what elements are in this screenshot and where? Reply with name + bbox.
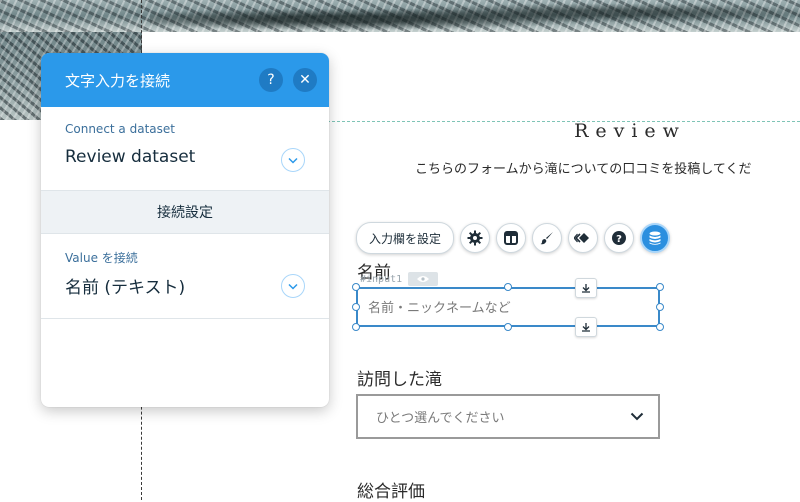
component-toolbar: 入力欄を設定 ? [356, 222, 676, 254]
value-section[interactable]: Value を接続 名前 (テキスト) [41, 234, 329, 319]
resize-handle-top-left[interactable] [352, 283, 360, 291]
panel-title: 文字入力を接続 [65, 71, 171, 90]
waterfall-select-value: ひとつ選んでください [376, 411, 505, 426]
dataset-label: Connect a dataset [65, 122, 175, 136]
animation-icon [574, 233, 590, 243]
help-icon: ? [612, 231, 627, 245]
chevron-down-icon [288, 283, 298, 290]
value-label: Value を接続 [65, 251, 138, 265]
connect-data-button[interactable] [640, 223, 671, 253]
waterfall-label: 訪問した滝 [357, 370, 442, 390]
component-id: #input1 [360, 273, 403, 285]
resize-handle-top-right[interactable] [656, 283, 664, 291]
rating-label: 総合評価 [357, 482, 425, 502]
brush-icon [540, 232, 554, 245]
help-button[interactable]: ? [604, 223, 635, 253]
connection-settings-button[interactable]: 接続設定 [41, 191, 329, 234]
stretch-bottom-button[interactable] [575, 317, 597, 337]
database-icon [649, 231, 661, 245]
name-input[interactable] [366, 296, 654, 320]
resize-handle-bottom-left[interactable] [352, 323, 360, 331]
resize-handle-left[interactable] [352, 303, 360, 311]
component-id-tag: #input1 [360, 271, 439, 287]
panel-header: 文字入力を接続 ? ✕ [41, 53, 329, 107]
design-button[interactable] [532, 223, 563, 253]
resize-handle-bottom-right[interactable] [656, 323, 664, 331]
stretch-top-button[interactable] [575, 278, 597, 298]
intro-text: こちらのフォームから滝についての口コミを投稿してくだ [415, 162, 752, 177]
waterfall-select[interactable]: ひとつ選んでください [356, 394, 660, 439]
resize-handle-right[interactable] [656, 303, 664, 311]
chevron-down-icon [288, 157, 298, 164]
value-selected: 名前 (テキスト) [65, 278, 186, 298]
settings-button[interactable] [460, 223, 491, 253]
name-input-container[interactable] [356, 287, 660, 327]
close-icon[interactable]: ✕ [293, 68, 317, 92]
dataset-dropdown-button[interactable] [281, 148, 305, 172]
dataset-section[interactable]: Connect a dataset Review dataset [41, 107, 329, 191]
svg-text:?: ? [616, 234, 622, 245]
resize-handle-top[interactable] [504, 283, 512, 291]
connect-text-input-panel: 文字入力を接続 ? ✕ Connect a dataset Review dat… [41, 53, 329, 407]
animation-button[interactable] [568, 223, 599, 253]
review-title: Review [574, 120, 686, 142]
arrow-down-icon [582, 323, 590, 332]
dataset-value: Review dataset [65, 147, 196, 167]
layout-icon [504, 231, 519, 245]
set-input-button[interactable]: 入力欄を設定 [356, 222, 455, 254]
help-icon[interactable]: ? [259, 68, 283, 92]
arrow-down-icon [582, 284, 590, 293]
chevron-down-icon [630, 412, 644, 421]
eye-icon[interactable] [408, 272, 439, 286]
layout-button[interactable] [496, 223, 527, 253]
value-dropdown-button[interactable] [281, 274, 305, 298]
gear-icon [467, 230, 483, 246]
header-background-image [0, 0, 800, 32]
resize-handle-bottom[interactable] [504, 323, 512, 331]
